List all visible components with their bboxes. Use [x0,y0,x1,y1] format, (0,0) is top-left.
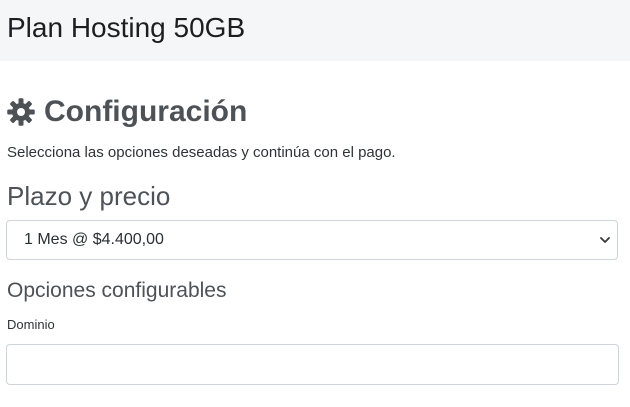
configuration-subtitle: Selecciona las opciones deseadas y conti… [7,144,396,161]
configurable-options-heading: Opciones configurables [7,279,227,302]
product-header: Plan Hosting 50GB [0,0,630,61]
chevron-down-icon [600,237,610,243]
configuration-heading: Configuración [6,94,247,130]
billing-term-selected-value: 1 Mes @ $4.400,00 [24,231,164,248]
term-price-heading: Plazo y precio [7,181,171,211]
gear-icon [7,98,35,126]
product-title: Plan Hosting 50GB [7,12,246,43]
configuration-title: Configuración [44,95,248,128]
billing-term-select[interactable]: 1 Mes @ $4.400,00 [6,220,618,260]
domain-input[interactable] [6,344,619,385]
domain-label: Dominio [7,317,55,332]
